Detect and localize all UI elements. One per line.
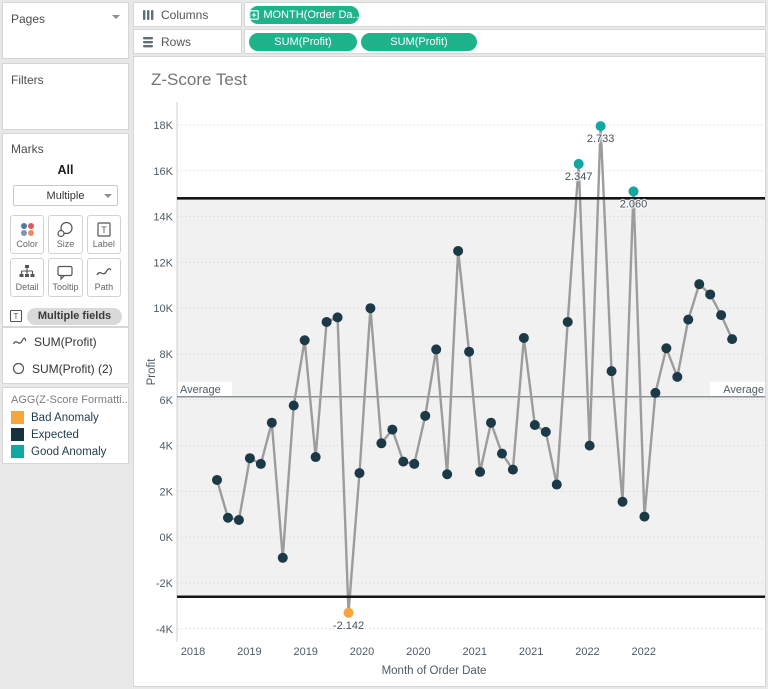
- svg-text:Average: Average: [180, 384, 221, 396]
- label-button[interactable]: T Label: [86, 215, 121, 254]
- svg-text:-2K: -2K: [156, 578, 174, 590]
- svg-text:2021: 2021: [519, 646, 543, 658]
- color-button[interactable]: Color: [10, 215, 45, 254]
- field-sum-profit[interactable]: SUM(Profit): [3, 328, 128, 355]
- color-icon: [21, 222, 35, 236]
- svg-text:2.347: 2.347: [565, 171, 593, 183]
- marks-all-tab[interactable]: All: [3, 163, 128, 177]
- tooltip-button[interactable]: Tooltip: [48, 258, 83, 297]
- svg-text:16K: 16K: [153, 166, 173, 178]
- columns-icon: [143, 9, 154, 20]
- chevron-down-icon[interactable]: [112, 15, 120, 19]
- detail-icon: [19, 264, 35, 277]
- svg-text:T: T: [14, 312, 19, 321]
- legend-item-good-anomaly[interactable]: Good Anomaly: [3, 443, 128, 460]
- expected-swatch: [11, 428, 24, 441]
- columns-shelf[interactable]: MONTH(Order Da..: [244, 2, 766, 27]
- marks-buttons: Color Size T Label Detail Tooltip Path: [10, 215, 121, 297]
- legend-title: AGG(Z-Score Formatti...: [11, 394, 128, 406]
- circle-type-icon: [12, 362, 25, 375]
- marks-label: Marks: [11, 142, 44, 156]
- svg-text:2019: 2019: [293, 646, 317, 658]
- color-legend: AGG(Z-Score Formatti... Bad Anomaly Expe…: [2, 387, 129, 464]
- legend-item-bad-anomaly[interactable]: Bad Anomaly: [3, 409, 128, 426]
- pages-shelf[interactable]: Pages: [2, 2, 129, 59]
- size-icon: [57, 221, 74, 237]
- svg-text:10K: 10K: [153, 303, 173, 315]
- svg-text:2018: 2018: [181, 646, 205, 658]
- svg-text:-4K: -4K: [156, 624, 174, 636]
- svg-text:2022: 2022: [632, 646, 656, 658]
- svg-text:2K: 2K: [160, 486, 174, 498]
- svg-text:Profit: Profit: [146, 358, 158, 386]
- sum-profit-pill-1[interactable]: SUM(Profit): [249, 32, 357, 51]
- rows-shelf-label: Rows: [133, 29, 242, 54]
- svg-text:12K: 12K: [153, 257, 173, 269]
- svg-text:2022: 2022: [575, 646, 599, 658]
- bad-anomaly-swatch: [11, 411, 24, 424]
- rows-icon: [143, 36, 153, 47]
- field-sum-profit-2[interactable]: SUM(Profit) (2): [3, 355, 128, 382]
- label-icon: T: [97, 221, 111, 237]
- good-anomaly-swatch: [11, 445, 24, 458]
- rows-shelf[interactable]: SUM(Profit) SUM(Profit): [244, 29, 766, 54]
- columns-shelf-label: Columns: [133, 2, 242, 27]
- detail-button[interactable]: Detail: [10, 258, 45, 297]
- plus-box-icon: [249, 9, 260, 20]
- tooltip-icon: [57, 265, 74, 280]
- mark-type-select[interactable]: Multiple: [13, 185, 118, 206]
- svg-text:2019: 2019: [237, 646, 261, 658]
- chevron-down-icon: [104, 194, 112, 198]
- pages-label: Pages: [11, 12, 46, 26]
- svg-text:2021: 2021: [463, 646, 487, 658]
- text-icon: T: [9, 309, 23, 323]
- path-button[interactable]: Path: [86, 258, 121, 297]
- svg-text:2.733: 2.733: [587, 133, 615, 145]
- svg-text:14K: 14K: [153, 212, 173, 224]
- svg-text:-2.142: -2.142: [333, 620, 364, 632]
- svg-text:6K: 6K: [160, 395, 174, 407]
- month-order-date-pill[interactable]: MONTH(Order Da..: [249, 5, 359, 24]
- main-area: Columns MONTH(Order Da.. Rows SUM(Profit…: [133, 0, 768, 689]
- profit-line-chart[interactable]: 18K 16K 14K 12K 10K 8K 6K 4K 2K 0K -2K -4K Average Av…: [134, 57, 766, 686]
- sum-profit-pill-2[interactable]: SUM(Profit): [361, 32, 477, 51]
- label-target-row: T Multiple fields: [9, 307, 122, 325]
- filters-shelf[interactable]: Filters: [2, 63, 129, 130]
- svg-text:18K: 18K: [153, 120, 173, 132]
- svg-text:T: T: [101, 225, 107, 235]
- svg-text:2020: 2020: [350, 646, 374, 658]
- svg-text:2.060: 2.060: [620, 198, 648, 210]
- svg-text:Average: Average: [723, 384, 764, 396]
- svg-text:4K: 4K: [160, 441, 174, 453]
- marks-card: Marks All Multiple Color Size T Label De…: [2, 133, 129, 346]
- multiple-fields-pill[interactable]: Multiple fields: [27, 307, 122, 325]
- marks-fields-list: SUM(Profit) SUM(Profit) (2): [2, 327, 129, 384]
- tableau-workspace: Pages Filters Marks All Multiple Color S…: [0, 0, 768, 689]
- legend-item-expected[interactable]: Expected: [3, 426, 128, 443]
- svg-text:0K: 0K: [160, 532, 174, 544]
- mark-type-value: Multiple: [46, 189, 85, 202]
- size-button[interactable]: Size: [48, 215, 83, 254]
- filters-label: Filters: [11, 73, 44, 87]
- svg-text:Month of Order Date: Month of Order Date: [382, 665, 487, 677]
- path-icon: [96, 267, 112, 275]
- chart-card: Z-Score Test 18K 16K 14K 12K 10K 8K 6K 4K 2K 0K -2…: [133, 56, 766, 687]
- line-type-icon: [12, 336, 27, 344]
- svg-text:2020: 2020: [406, 646, 430, 658]
- svg-text:8K: 8K: [160, 349, 174, 361]
